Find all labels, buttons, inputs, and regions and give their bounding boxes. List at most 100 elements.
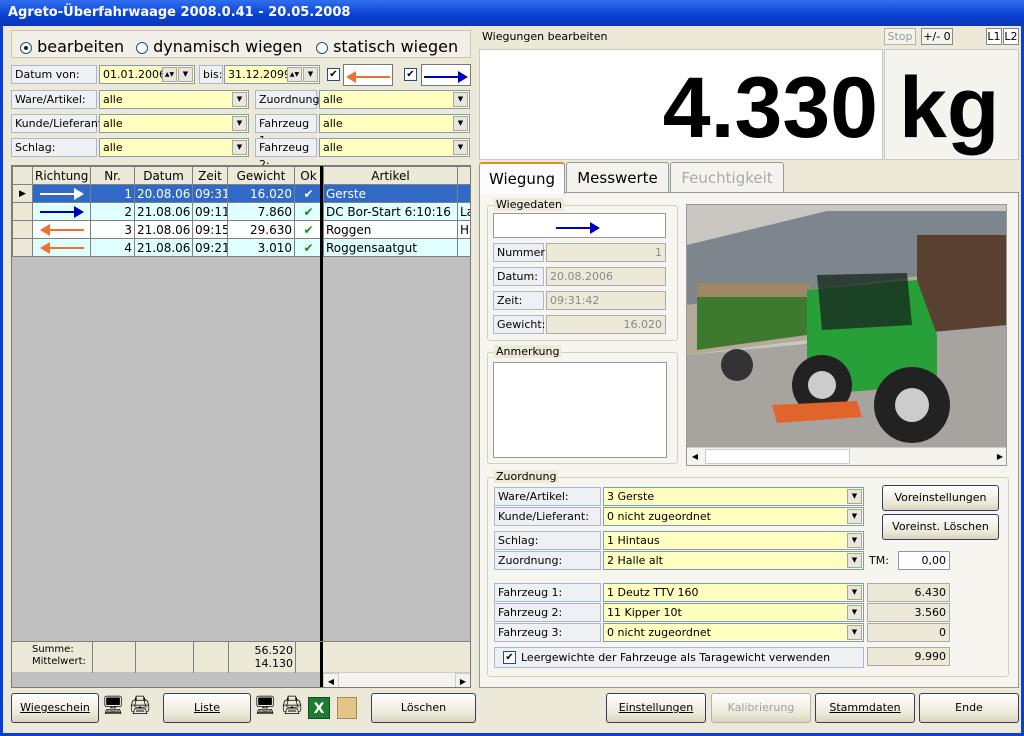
printer-icon[interactable]: 🖨 <box>279 695 305 719</box>
fahrzeug3-assign-select[interactable]: 0 nicht zugeordnet ▼ <box>603 623 864 642</box>
schlag-select[interactable]: alle ▼ <box>99 138 249 157</box>
voreinst-loeschen-button[interactable]: Voreinst. Löschen <box>882 514 999 540</box>
chevron-down-icon[interactable]: ▼ <box>232 116 247 131</box>
chevron-down-icon[interactable]: ▼ <box>847 533 862 548</box>
col-nr[interactable]: Nr. <box>90 166 135 185</box>
voreinstellungen-button[interactable]: Voreinstellungen <box>882 485 999 511</box>
scroll-left-icon[interactable]: ◀ <box>323 673 339 687</box>
mode-bearbeiten[interactable]: bearbeiten <box>20 37 124 56</box>
table-row[interactable]: Gerste <box>323 184 470 203</box>
chevron-down-icon[interactable]: ▼ <box>303 67 318 82</box>
printer-icon[interactable]: 🖨 <box>127 695 153 719</box>
schlag-assign-select[interactable]: 1 Hintaus ▼ <box>603 531 864 550</box>
fahrzeug1-assign-select[interactable]: 1 Deutz TTV 160 ▼ <box>603 583 864 602</box>
leergewicht-value: 9.990 <box>867 647 950 666</box>
arrow-left-button[interactable] <box>343 64 393 86</box>
fahrzeug2-assign-select[interactable]: 11 Kipper 10t ▼ <box>603 603 864 622</box>
kunde-select[interactable]: alle ▼ <box>99 114 249 133</box>
chevron-down-icon[interactable]: ▼ <box>847 489 862 504</box>
chevron-down-icon[interactable]: ▼ <box>453 92 468 107</box>
scroll-right-icon[interactable]: ▶ <box>455 673 470 687</box>
l2-button[interactable]: L2 <box>1003 28 1019 45</box>
col-richtung[interactable]: Richtung <box>32 166 91 185</box>
photo-scrollbar[interactable]: ◀ ▶ <box>687 447 1006 465</box>
scroll-export-icon[interactable] <box>337 697 357 719</box>
monitor-icon[interactable]: 🖥 <box>101 695 125 719</box>
col-artikel[interactable]: Artikel <box>323 166 458 185</box>
col-zeit[interactable]: Zeit <box>192 166 228 185</box>
zeit-field[interactable]: 09:31:42 <box>546 291 666 310</box>
gewicht-field[interactable]: 16.020 <box>546 315 666 334</box>
chevron-down-icon[interactable]: ▼ <box>232 140 247 155</box>
datum-von-label: Datum von: <box>11 65 97 84</box>
ware-assign-select[interactable]: 3 Gerste ▼ <box>603 487 864 506</box>
chevron-down-icon[interactable]: ▼ <box>453 140 468 155</box>
col-gewicht[interactable]: Gewicht <box>227 166 295 185</box>
table-row[interactable]: ▶ 1 20.08.06 09:31 16.020 ✔ <box>12 184 323 203</box>
zuordnung-label: Zuordnung: <box>255 90 323 109</box>
kunde-assign-select[interactable]: 0 nicht zugeordnet ▼ <box>603 507 864 526</box>
arrow-right-button[interactable] <box>421 64 471 86</box>
chevron-down-icon[interactable]: ▼ <box>178 67 193 82</box>
stop-button[interactable]: Stop <box>884 28 916 45</box>
tare-button[interactable]: +/- 0 <box>921 28 953 45</box>
fahrzeug1-select[interactable]: alle ▼ <box>319 114 470 133</box>
anmerkung-textarea[interactable] <box>493 362 667 458</box>
col-ok[interactable]: Ok <box>294 166 323 185</box>
datum-field[interactable]: 20.08.2006 <box>546 267 666 286</box>
einstellungen-button[interactable]: Einstellungen <box>606 693 706 723</box>
excel-icon[interactable]: X <box>308 697 330 719</box>
spin-icon[interactable]: ▲▼ <box>162 67 177 82</box>
ok-check-icon: ✔ <box>294 220 323 239</box>
zuordnung-assign-select[interactable]: 2 Halle alt ▼ <box>603 551 864 570</box>
datum-von-field[interactable]: 01.01.2006 ▼ ▲▼ <box>99 65 195 84</box>
chevron-down-icon[interactable]: ▼ <box>847 605 862 620</box>
filter-in-checkbox[interactable]: ✔ <box>404 68 417 81</box>
spin-icon[interactable]: ▲▼ <box>287 67 302 82</box>
leergewicht-row: ✔ Leergewichte der Fahrzeuge als Taragew… <box>494 647 864 668</box>
fahrzeug2-select[interactable]: alle ▼ <box>319 138 470 157</box>
ok-check-icon: ✔ <box>294 238 323 257</box>
bis-field[interactable]: 31.12.2099 ▼ ▲▼ <box>224 65 320 84</box>
table-row[interactable]: 2 21.08.06 09:11 7.860 ✔ <box>12 202 323 221</box>
mode-statisch[interactable]: statisch wiegen <box>316 37 458 56</box>
l1-button[interactable]: L1 <box>986 28 1002 45</box>
ende-button[interactable]: Ende <box>919 693 1019 723</box>
table-row[interactable]: 3 21.08.06 09:15 29.630 ✔ <box>12 220 323 239</box>
filter-out-checkbox[interactable]: ✔ <box>327 68 340 81</box>
scroll-left-icon[interactable]: ◀ <box>687 449 703 464</box>
scroll-thumb[interactable] <box>705 449 850 464</box>
horizontal-scrollbar[interactable]: ◀ ▶ <box>323 672 470 687</box>
table-row[interactable]: DC Bor-Start 6:10:16La <box>323 202 470 221</box>
chevron-down-icon[interactable]: ▼ <box>847 509 862 524</box>
nummer-field[interactable]: 1 <box>546 243 666 262</box>
table-row[interactable]: RoggenHa <box>323 220 470 239</box>
tab-wiegung[interactable]: Wiegung <box>479 162 565 194</box>
table-row[interactable]: 4 21.08.06 09:21 3.010 ✔ <box>12 238 323 257</box>
tab-feuchtigkeit[interactable]: Feuchtigkeit <box>670 162 784 192</box>
tm-field[interactable]: 0,00 <box>898 551 950 570</box>
liste-button[interactable]: Liste <box>163 693 251 723</box>
mode-dynamisch[interactable]: dynamisch wiegen <box>136 37 303 56</box>
loeschen-button[interactable]: Löschen <box>371 693 476 723</box>
monitor-icon[interactable]: 🖥 <box>253 695 277 719</box>
chevron-down-icon[interactable]: ▼ <box>847 625 862 640</box>
weight-display: 4.330 <box>479 49 883 160</box>
zuordnung-select[interactable]: alle ▼ <box>319 90 470 109</box>
table-row[interactable]: Roggensaatgut <box>323 238 470 257</box>
ware-select[interactable]: alle ▼ <box>99 90 249 109</box>
chevron-down-icon[interactable]: ▼ <box>453 116 468 131</box>
tab-messwerte[interactable]: Messwerte <box>566 162 669 192</box>
weighing-grid-right: Artikel Gerste DC Bor-Start 6:10:16La Ro… <box>323 166 470 257</box>
chevron-down-icon[interactable]: ▼ <box>232 92 247 107</box>
stammdaten-button[interactable]: Stammdaten <box>815 693 915 723</box>
scroll-right-icon[interactable]: ▶ <box>992 449 1006 464</box>
chevron-down-icon[interactable]: ▼ <box>847 585 862 600</box>
kalibrierung-button[interactable]: Kalibrierung <box>711 693 811 723</box>
leergewicht-checkbox[interactable]: ✔ <box>503 651 516 664</box>
col-datum[interactable]: Datum <box>134 166 193 185</box>
window-title: Agreto-Überfahrwaage 2008.0.41 - 20.05.2… <box>0 0 1024 26</box>
wiegeschein-button[interactable]: Wiegeschein <box>11 693 99 723</box>
ok-check-icon: ✔ <box>294 184 323 203</box>
chevron-down-icon[interactable]: ▼ <box>847 553 862 568</box>
